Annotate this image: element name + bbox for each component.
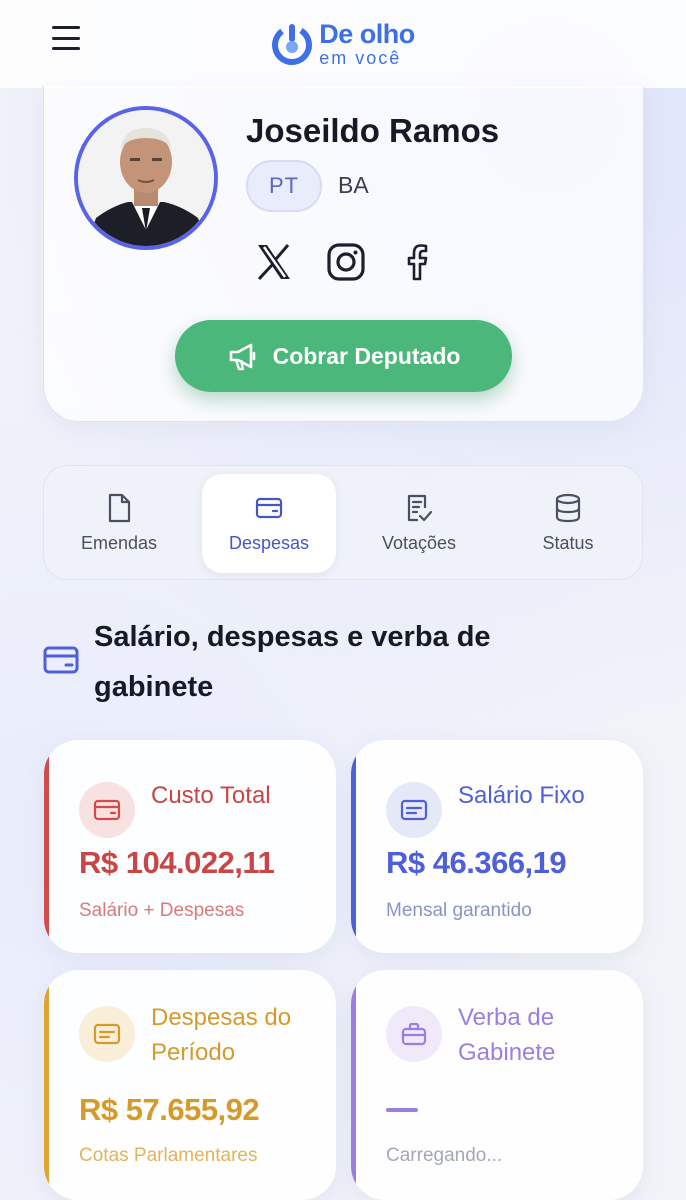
- database-icon: [555, 493, 581, 523]
- briefcase-icon: [386, 1006, 442, 1062]
- document-icon: [108, 493, 131, 523]
- verba-gabinete-value: [386, 1108, 418, 1112]
- custo-total-value: R$ 104.022,11: [79, 845, 275, 880]
- salario-fixo-desc: Mensal garantido: [386, 900, 532, 921]
- salario-fixo-label: Salário Fixo: [458, 782, 585, 809]
- despesas-periodo-label: Despesas do Período: [151, 1004, 292, 1066]
- custo-total-desc: Salário + Despesas: [79, 900, 245, 921]
- tab-despesas[interactable]: Despesas: [202, 474, 336, 573]
- deputy-name: Joseildo Ramos: [246, 112, 500, 149]
- app-logo[interactable]: De olho em você: [269, 21, 415, 67]
- salario-fixo-card[interactable]: Salário Fixo R$ 46.366,19 Mensal garanti…: [351, 740, 643, 953]
- custo-total-card[interactable]: Custo Total R$ 104.022,11 Salário + Desp…: [44, 740, 336, 953]
- tab-votacoes[interactable]: Votações: [352, 474, 486, 573]
- despesas-periodo-desc: Cotas Parlamentares: [79, 1145, 258, 1166]
- facebook-icon[interactable]: [397, 242, 437, 282]
- instagram-icon[interactable]: [326, 242, 366, 282]
- power-eye-logo-icon: [272, 24, 313, 65]
- checklist-icon: [407, 494, 433, 522]
- party-badge: PT: [246, 160, 322, 212]
- tab-despesas-label: Despesas: [228, 533, 310, 553]
- wallet-icon: [43, 646, 79, 674]
- section-title: Salário, despesas e verba de gabinete: [94, 621, 491, 703]
- deputy-avatar: [74, 106, 218, 250]
- tab-votacoes-label: Votações: [381, 533, 457, 553]
- hamburger-menu-icon[interactable]: [52, 26, 80, 50]
- custo-total-label: Custo Total: [151, 782, 271, 809]
- logo-subtitle: em você: [319, 48, 402, 68]
- profile-tabs: Emendas Despesas Votações Status: [43, 465, 643, 580]
- despesas-periodo-value: R$ 57.655,92: [79, 1092, 260, 1127]
- state-label: BA: [338, 172, 369, 198]
- x-icon[interactable]: [254, 242, 294, 282]
- despesas-periodo-card[interactable]: Despesas do Período R$ 57.655,92 Cotas P…: [44, 970, 336, 1200]
- megaphone-icon: [229, 343, 255, 371]
- salario-fixo-value: R$ 46.366,19: [386, 845, 567, 880]
- tab-emendas[interactable]: Emendas: [52, 474, 186, 573]
- wallet-icon: [255, 497, 283, 519]
- tab-status-label: Status: [542, 533, 594, 553]
- logo-title: De olho: [319, 19, 415, 49]
- verba-gabinete-card[interactable]: Verba de Gabinete Carregando...: [351, 970, 643, 1200]
- card-icon: [386, 782, 442, 838]
- wallet-icon: [79, 782, 135, 838]
- tab-emendas-label: Emendas: [80, 533, 158, 553]
- verba-gabinete-desc: Carregando...: [386, 1145, 503, 1166]
- deputy-profile-card: Joseildo Ramos PT BA Cobrar Deputado: [43, 86, 644, 422]
- cobrar-deputado-label: Cobrar Deputado: [272, 342, 461, 369]
- app-header: De olho em você: [0, 0, 686, 88]
- cobrar-deputado-button[interactable]: Cobrar Deputado: [175, 320, 512, 392]
- receipt-icon: [79, 1006, 135, 1062]
- verba-gabinete-label: Verba de Gabinete: [458, 1004, 556, 1066]
- tab-status[interactable]: Status: [501, 474, 635, 573]
